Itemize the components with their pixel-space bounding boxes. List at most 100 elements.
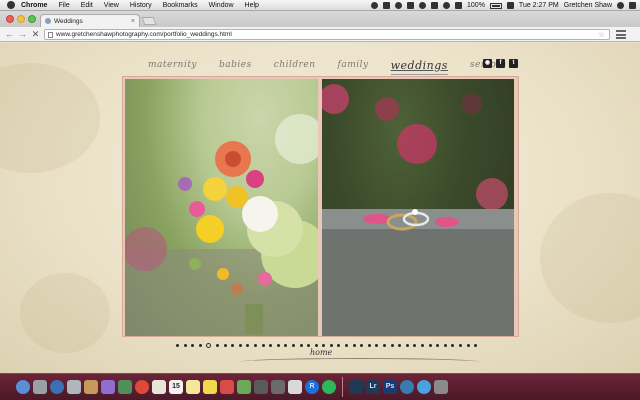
menu-view[interactable]: View <box>104 0 119 11</box>
wifi-icon[interactable] <box>443 2 451 9</box>
menu-file[interactable]: File <box>58 0 69 11</box>
rdio-icon[interactable]: R <box>305 380 319 394</box>
window-minimize-button[interactable] <box>17 15 25 23</box>
slideshow-dot[interactable] <box>466 344 470 347</box>
facebook-icon[interactable]: f <box>496 59 505 68</box>
photoshop-icon[interactable]: Ps <box>383 380 397 394</box>
back-button[interactable]: ← <box>4 28 15 40</box>
menu-history[interactable]: History <box>130 0 152 11</box>
slideshow-dot[interactable] <box>246 344 250 347</box>
slideshow-dot[interactable] <box>360 344 364 347</box>
preview-icon[interactable] <box>152 380 166 394</box>
slideshow-dot[interactable] <box>223 344 227 347</box>
sync-icon[interactable] <box>395 2 403 9</box>
notification-center-icon[interactable] <box>629 2 636 9</box>
nav-weddings[interactable]: weddings <box>390 59 449 75</box>
photo-booth-icon[interactable] <box>220 380 234 394</box>
slideshow-dot[interactable] <box>231 344 235 347</box>
slideshow-dot[interactable] <box>398 344 402 347</box>
slideshow-dot[interactable] <box>215 344 219 347</box>
nav-children[interactable]: children <box>274 60 316 70</box>
slideshow-dot[interactable] <box>443 344 447 347</box>
apple-menu-icon[interactable] <box>7 1 15 9</box>
window-zoom-button[interactable] <box>28 15 36 23</box>
app-store-icon[interactable] <box>417 380 431 394</box>
evernote-icon[interactable] <box>383 2 391 9</box>
slideshow-dot[interactable] <box>307 344 311 347</box>
spotlight-icon[interactable] <box>617 2 624 9</box>
slideshow-dot[interactable] <box>428 344 432 347</box>
contacts-icon[interactable] <box>84 380 98 394</box>
slideshow-dot[interactable] <box>183 344 187 347</box>
slideshow-dot[interactable] <box>345 344 349 347</box>
slideshow-dot[interactable] <box>299 344 303 347</box>
lightroom-icon[interactable]: Lr <box>366 380 380 394</box>
slideshow-dot[interactable] <box>284 344 288 347</box>
slideshow-dot[interactable] <box>253 344 257 347</box>
slideshow-dot[interactable] <box>276 344 280 347</box>
slideshow-dot[interactable] <box>375 344 379 347</box>
slideshow-dot[interactable] <box>413 344 417 347</box>
slideshow-dot[interactable] <box>206 343 212 348</box>
notes-icon[interactable] <box>186 380 200 394</box>
iphoto-icon[interactable] <box>118 380 132 394</box>
tab-close-icon[interactable]: × <box>131 18 135 25</box>
safari-icon[interactable] <box>50 380 64 394</box>
nav-family[interactable]: family <box>338 60 369 70</box>
stop-loading-button[interactable]: ✕ <box>30 28 41 40</box>
bouquet-photo[interactable] <box>125 79 318 336</box>
slideshow-dot[interactable] <box>458 344 462 347</box>
menu-edit[interactable]: Edit <box>81 0 93 11</box>
slideshow-dot[interactable] <box>383 344 387 347</box>
menu-window[interactable]: Window <box>209 0 234 11</box>
twitter-icon[interactable] <box>349 380 363 394</box>
menu-bookmarks[interactable]: Bookmarks <box>163 0 198 11</box>
volume-icon[interactable] <box>455 2 463 9</box>
instagram-icon[interactable]: ◉ <box>483 59 492 68</box>
slideshow-dot[interactable] <box>291 344 295 347</box>
twitter-icon[interactable]: t <box>509 59 518 68</box>
launchpad-icon[interactable] <box>33 380 47 394</box>
slideshow-dot[interactable] <box>474 344 478 347</box>
slideshow-dot[interactable] <box>198 344 202 347</box>
spotify-icon[interactable] <box>322 380 336 394</box>
slideshow-dot[interactable] <box>191 344 195 347</box>
nav-maternity[interactable]: maternity <box>148 60 197 70</box>
slideshow-dot[interactable] <box>390 344 394 347</box>
slideshow-dot[interactable] <box>261 344 265 347</box>
imovie-icon[interactable] <box>271 380 285 394</box>
tab-weddings[interactable]: Weddings × <box>40 14 140 27</box>
maps-icon[interactable] <box>237 380 251 394</box>
bluetooth-icon[interactable] <box>431 2 439 9</box>
slideshow-dot[interactable] <box>367 344 371 347</box>
mail-icon[interactable] <box>67 380 81 394</box>
slideshow-dot[interactable] <box>405 344 409 347</box>
calendar-icon[interactable]: 15 <box>169 380 183 394</box>
slideshow-dot[interactable] <box>314 344 318 347</box>
battery-icon[interactable] <box>489 2 502 9</box>
clock-icon[interactable] <box>419 2 427 9</box>
rings-photo[interactable] <box>322 79 514 336</box>
menu-help[interactable]: Help <box>245 0 259 11</box>
stickies-icon[interactable] <box>203 380 217 394</box>
address-bar[interactable]: www.gretchenshawphotography.com/portfoli… <box>44 29 610 40</box>
slideshow-dot[interactable] <box>421 344 424 347</box>
lock-icon[interactable] <box>407 2 415 9</box>
camera-icon[interactable] <box>254 380 268 394</box>
slideshow-dot[interactable] <box>322 344 326 347</box>
menubar-user[interactable]: Gretchen Shaw <box>564 2 612 9</box>
slideshow-dot[interactable] <box>269 344 273 347</box>
chrome-menu-button[interactable] <box>616 30 626 39</box>
menu-chrome[interactable]: Chrome <box>21 0 47 11</box>
slideshow-dot[interactable] <box>352 344 356 347</box>
garageband-icon[interactable] <box>288 380 302 394</box>
slideshow-dot[interactable] <box>238 344 242 347</box>
slideshow-dot[interactable] <box>337 344 341 347</box>
slideshow-dot[interactable] <box>329 344 333 347</box>
finder-icon[interactable] <box>16 380 30 394</box>
slideshow-dot[interactable] <box>176 344 179 347</box>
nav-babies[interactable]: babies <box>219 60 252 70</box>
menubar-clock[interactable]: Tue 2:27 PM <box>519 2 559 9</box>
window-close-button[interactable] <box>6 15 14 23</box>
flag-icon[interactable] <box>506 2 514 9</box>
